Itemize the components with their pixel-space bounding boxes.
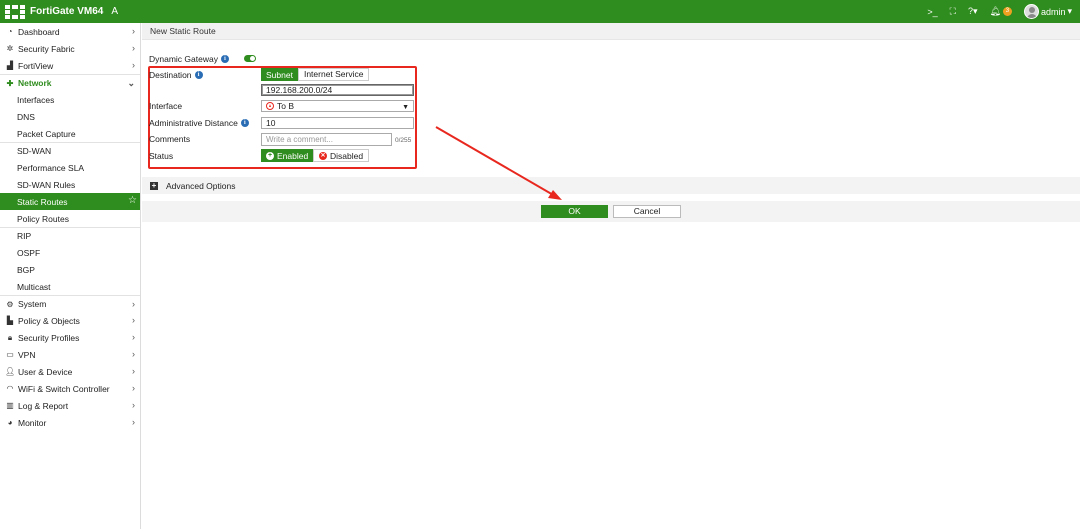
- sidebar-item-static-routes[interactable]: Static Routes ☆: [0, 193, 140, 210]
- sidebar-item-performance-sla[interactable]: Performance SLA: [0, 159, 140, 176]
- device-name: FortiGate VM64: [30, 6, 104, 17]
- sidebar-item-monitor[interactable]: ◕ Monitor ›: [0, 414, 140, 431]
- interface-icon: [266, 102, 274, 110]
- sidebar-item-vpn[interactable]: ▭ VPN ›: [0, 346, 140, 363]
- expand-plus-icon: +: [150, 180, 158, 190]
- comments-label: Comments: [149, 134, 191, 144]
- username-label: admin: [1040, 6, 1066, 17]
- sidebar-item-multicast[interactable]: Multicast: [0, 278, 140, 295]
- sidebar-item-ospf[interactable]: OSPF: [0, 244, 140, 261]
- ok-button[interactable]: OK: [541, 205, 608, 218]
- top-bar: FortiGate VM64 A >_ ⛶ ?▾ 🔔︎ 3 admin ▾: [0, 0, 1080, 23]
- chevron-right-icon: ›: [132, 366, 135, 376]
- sidebar-item-bgp[interactable]: BGP: [0, 261, 140, 278]
- destination-type-selector: Subnet Internet Service: [261, 68, 370, 81]
- info-icon[interactable]: i: [194, 71, 203, 79]
- sidebar-item-wifi-switch[interactable]: ◠ WiFi & Switch Controller ›: [0, 380, 140, 397]
- chevron-right-icon: ›: [132, 332, 135, 342]
- fortinet-logo-icon[interactable]: [5, 4, 25, 19]
- sidebar-item-network[interactable]: ✚ Network ⌄: [0, 74, 140, 91]
- dashboard-icon: ◔: [7, 27, 13, 36]
- chevron-right-icon: ›: [132, 60, 135, 70]
- plus-circle-icon: +: [266, 151, 274, 160]
- main-content: New Static Route Dynamic Gateway i Destin…: [142, 23, 1080, 529]
- cancel-button[interactable]: Cancel: [613, 205, 681, 218]
- terminal-icon[interactable]: >_: [927, 7, 937, 17]
- subnet-option[interactable]: Subnet: [261, 68, 298, 81]
- dynamic-gateway-toggle[interactable]: [244, 55, 256, 62]
- lock-icon: 🔒︎: [7, 332, 13, 342]
- sidebar-item-user-device[interactable]: 👤︎ User & Device ›: [0, 363, 140, 380]
- policy-icon: ▙: [6, 316, 14, 325]
- chevron-down-icon: ⌄: [127, 78, 135, 88]
- monitor-icon: ◕: [7, 418, 13, 427]
- destination-subnet-input[interactable]: 192.168.200.0/24: [261, 84, 414, 96]
- chevron-right-icon: ›: [132, 383, 135, 393]
- sidebar-item-system[interactable]: ⚙ System ›: [0, 295, 140, 312]
- destination-label: Destination i: [149, 70, 203, 80]
- caret-down-icon: ▼: [402, 104, 409, 111]
- security-fabric-icon: ✲: [6, 44, 14, 53]
- dynamic-gateway-label: Dynamic Gateway i: [149, 54, 229, 64]
- sidebar-item-packet-capture[interactable]: Packet Capture: [0, 125, 140, 142]
- chevron-right-icon: ›: [132, 349, 135, 359]
- info-icon[interactable]: i: [220, 55, 229, 63]
- chart-icon: ▥: [6, 401, 14, 410]
- internet-service-option[interactable]: Internet Service: [297, 68, 370, 81]
- notification-count-badge: 3: [1002, 7, 1012, 16]
- favorite-star-icon[interactable]: ☆: [128, 195, 137, 206]
- admin-distance-input[interactable]: 10: [261, 117, 414, 129]
- advanced-options-toggle[interactable]: + Advanced Options: [142, 177, 1080, 194]
- interface-label: Interface: [149, 101, 183, 111]
- sidebar-item-sd-wan-rules[interactable]: SD-WAN Rules: [0, 176, 140, 193]
- chevron-right-icon: ›: [132, 26, 135, 36]
- chevron-right-icon: ›: [132, 417, 135, 427]
- form-button-bar: OK Cancel: [142, 201, 1080, 222]
- interface-select[interactable]: To B ▼: [261, 100, 414, 112]
- chevron-right-icon: ›: [132, 400, 135, 410]
- sidebar-item-rip[interactable]: RIP: [0, 227, 140, 244]
- gear-icon: ⚙: [6, 299, 14, 309]
- vpn-icon: ▭: [6, 350, 14, 359]
- network-icon: ✚: [6, 78, 14, 88]
- sidebar-item-interfaces[interactable]: Interfaces: [0, 91, 140, 108]
- chevron-right-icon: ›: [132, 299, 135, 309]
- page-title: New Static Route: [142, 23, 1080, 40]
- fortiview-icon: ▟: [6, 61, 14, 70]
- sidebar-item-security-fabric[interactable]: ✲ Security Fabric ›: [0, 40, 140, 57]
- chevron-right-icon: ›: [132, 315, 135, 325]
- sidebar: ◔ Dashboard › ✲ Security Fabric › ▟ FortiView…: [0, 23, 141, 529]
- status-label: Status: [149, 151, 174, 161]
- chevron-right-icon: ›: [132, 43, 135, 53]
- sidebar-item-security-profiles[interactable]: 🔒︎ Security Profiles ›: [0, 329, 140, 346]
- info-icon[interactable]: i: [240, 119, 249, 127]
- avatar: [1023, 4, 1039, 19]
- status-enabled-button[interactable]: + Enabled: [261, 149, 314, 162]
- sidebar-item-dns[interactable]: DNS: [0, 108, 140, 125]
- device-suffix: A: [111, 6, 119, 17]
- fullscreen-icon[interactable]: ⛶: [950, 6, 956, 17]
- sidebar-item-fortiview[interactable]: ▟ FortiView ›: [0, 57, 140, 74]
- status-disabled-button[interactable]: ✕ Disabled: [313, 149, 370, 162]
- user-icon: 👤︎: [5, 367, 16, 376]
- sidebar-item-policy-objects[interactable]: ▙ Policy & Objects ›: [0, 312, 140, 329]
- wifi-icon: ◠: [6, 384, 14, 393]
- x-circle-icon: ✕: [319, 151, 327, 160]
- user-menu[interactable]: admin ▾: [1023, 4, 1072, 19]
- comments-textarea[interactable]: Write a comment...: [261, 133, 392, 146]
- sidebar-item-log-report[interactable]: ▥ Log & Report ›: [0, 397, 140, 414]
- help-icon[interactable]: ?▾: [968, 6, 978, 17]
- sidebar-item-sd-wan[interactable]: SD-WAN: [0, 142, 140, 159]
- sidebar-item-dashboard[interactable]: ◔ Dashboard ›: [0, 23, 140, 40]
- admin-distance-label: Administrative Distance i: [149, 118, 249, 128]
- notifications-bell-icon[interactable]: 🔔︎ 3: [990, 6, 1012, 17]
- comments-counter: 0/255: [395, 137, 412, 144]
- sidebar-item-policy-routes[interactable]: Policy Routes: [0, 210, 140, 227]
